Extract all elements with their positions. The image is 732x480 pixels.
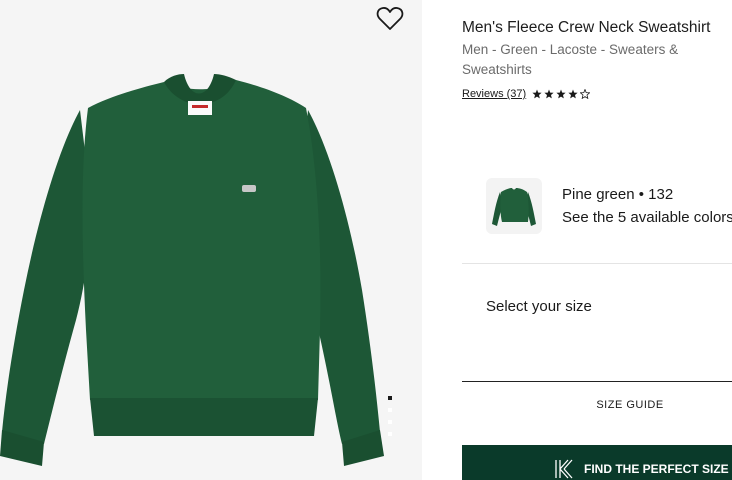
product-gallery — [0, 0, 422, 480]
find-perfect-size-label: FIND THE PERFECT SIZE — [584, 462, 729, 476]
gallery-pagination[interactable] — [386, 394, 394, 438]
divider — [462, 263, 732, 264]
gallery-dot[interactable] — [388, 432, 392, 436]
product-title: Men's Fleece Crew Neck Sweatshirt — [462, 19, 711, 36]
star-icon — [568, 89, 578, 99]
star-rating — [532, 89, 591, 99]
product-breadcrumb: Men - Green - Lacoste - Sweaters & Sweat… — [462, 42, 679, 77]
star-icon — [544, 89, 554, 99]
kiwisizing-logo-icon — [555, 459, 573, 479]
gallery-dot[interactable] — [388, 420, 392, 424]
star-icon — [532, 89, 542, 99]
product-info: Men's Fleece Crew Neck Sweatshirt Men - … — [462, 0, 732, 480]
find-perfect-size-button[interactable]: FIND THE PERFECT SIZE — [462, 445, 732, 480]
star-icon — [556, 89, 566, 99]
gallery-dot[interactable] — [388, 408, 392, 412]
selected-color-name: Pine green • 132 — [562, 186, 674, 203]
reviews-link[interactable]: Reviews (37) — [462, 88, 526, 100]
size-selector-underline — [462, 381, 732, 382]
wishlist-heart-icon[interactable] — [376, 6, 404, 32]
size-guide-button[interactable]: SIZE GUIDE — [462, 392, 732, 418]
product-image — [0, 74, 384, 466]
color-swatch-thumbnail — [492, 188, 536, 226]
color-swatch[interactable] — [486, 178, 542, 234]
star-outline-icon — [580, 89, 591, 99]
gallery-dot[interactable] — [388, 396, 392, 400]
select-size-label[interactable]: Select your size — [486, 298, 592, 315]
reviews-row: Reviews (37) — [462, 88, 591, 100]
available-colors-link[interactable]: See the 5 available colors — [562, 209, 732, 226]
